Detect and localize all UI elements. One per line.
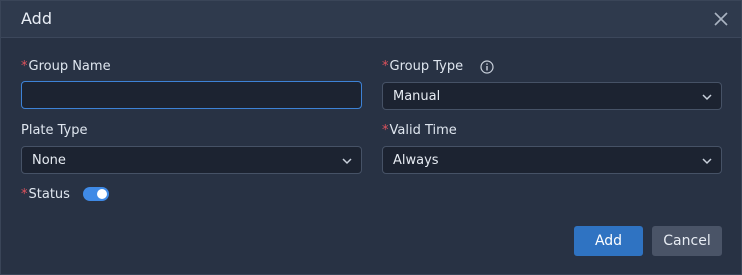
status-label-text: Status (28, 187, 70, 202)
chevron-down-icon (702, 158, 712, 165)
plate-type-value: None (32, 153, 66, 168)
chevron-down-icon (342, 158, 352, 165)
group-type-label: *Group Type (382, 59, 463, 74)
group-type-value: Manual (393, 89, 441, 104)
valid-time-label-text: Valid Time (389, 123, 457, 138)
valid-time-value: Always (393, 153, 439, 168)
close-icon[interactable] (713, 11, 729, 27)
group-type-label-text: Group Type (389, 59, 464, 74)
dialog-title: Add (21, 9, 52, 28)
dialog-header: Add (1, 1, 741, 38)
plate-type-label-text: Plate Type (21, 123, 88, 138)
required-mark: * (21, 187, 28, 202)
required-mark: * (382, 59, 389, 74)
valid-time-select[interactable]: Always (382, 146, 722, 174)
group-name-label-text: Group Name (28, 59, 111, 74)
add-dialog: Add *Group Name *Group Type Manual Plate… (0, 0, 742, 275)
chevron-down-icon (702, 94, 712, 101)
required-mark: * (382, 123, 389, 138)
group-name-input[interactable] (21, 81, 362, 109)
group-name-label: *Group Name (21, 59, 111, 74)
valid-time-label: *Valid Time (382, 123, 457, 138)
toggle-knob (97, 189, 107, 199)
add-button[interactable]: Add (574, 226, 643, 256)
status-toggle[interactable] (83, 187, 109, 201)
group-type-select[interactable]: Manual (382, 82, 722, 110)
cancel-button[interactable]: Cancel (652, 226, 722, 256)
status-label: *Status (21, 187, 70, 202)
required-mark: * (21, 59, 28, 74)
info-icon[interactable] (480, 60, 494, 74)
plate-type-label: Plate Type (21, 123, 88, 138)
plate-type-select[interactable]: None (21, 146, 362, 174)
